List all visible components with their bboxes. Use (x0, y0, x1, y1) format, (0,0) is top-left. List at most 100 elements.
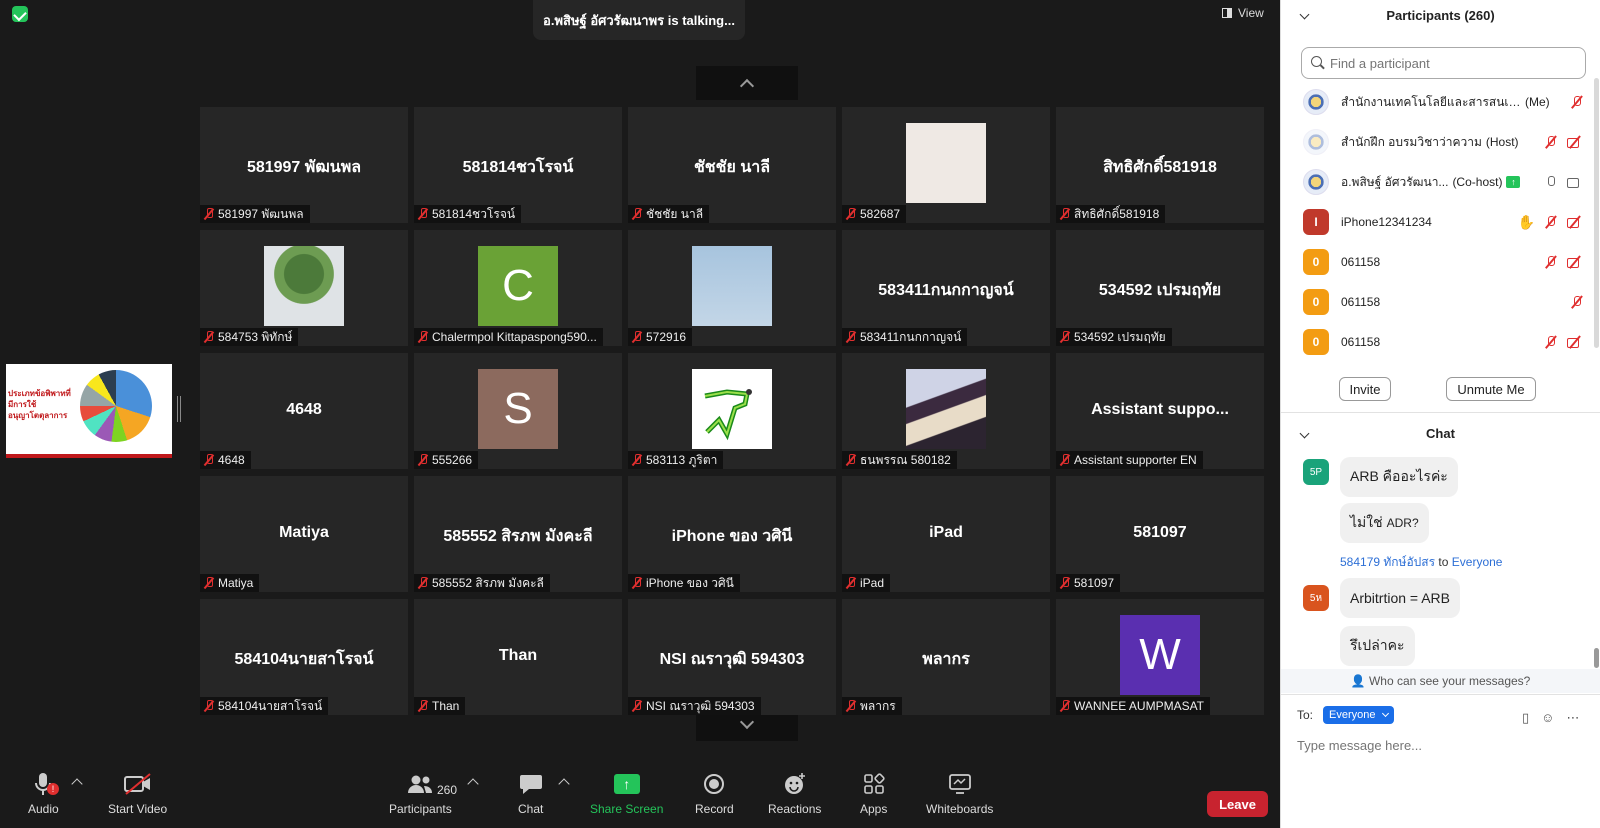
chat-sender-target[interactable]: Everyone (1452, 555, 1503, 569)
record-button[interactable]: Record (695, 770, 734, 816)
tile-label-text: NSI ณราวุฒิ 594303 (646, 699, 755, 713)
file-icon[interactable]: ▯ (1522, 710, 1529, 726)
video-tile[interactable]: 4648 4648 (200, 353, 408, 469)
emoji-icon[interactable]: ☺ (1541, 710, 1554, 726)
reactions-button[interactable]: Reactions (768, 770, 821, 816)
tile-name-label: iPhone ของ วศินี (628, 574, 740, 592)
chat-sender-to: to (1438, 555, 1449, 569)
video-tile[interactable]: Assistant suppo... Assistant supporter E… (1056, 353, 1264, 469)
record-label: Record (695, 802, 734, 816)
participant-row[interactable]: สำนักงานเทคโนโลยีและสารสนเทศ ส... (Me) (1303, 82, 1583, 122)
video-tile[interactable]: W WANNEE AUMPMASAT (1056, 599, 1264, 715)
video-off-icon[interactable] (1567, 136, 1583, 148)
encryption-shield-icon[interactable] (12, 6, 28, 22)
whiteboards-label: Whiteboards (926, 802, 994, 816)
chat-label: Chat (518, 802, 544, 816)
start-video-button[interactable]: Start Video (108, 770, 167, 816)
muted-mic-icon[interactable] (1545, 255, 1557, 269)
chat-options-caret[interactable] (558, 778, 570, 790)
video-tile[interactable]: ธนพรรณ 580182 (842, 353, 1050, 469)
tile-name-label: 582687 (842, 205, 907, 223)
muted-mic-icon[interactable] (1545, 335, 1557, 349)
video-tile[interactable]: 534592 เปรมฤทัย 534592 เปรมฤทัย (1056, 230, 1264, 346)
video-tile[interactable]: Than Than (414, 599, 622, 715)
participant-row[interactable]: สำนักฝึก อบรมวิชาว่าความ (Host) (1303, 122, 1583, 162)
participants-options-caret[interactable] (467, 778, 479, 790)
participant-row[interactable]: อ.พสิษฐ์ อัศวรัฒนา... (Co-host) ↑ (1303, 162, 1583, 202)
video-tile[interactable]: NSI ณราวุฒิ 594303 NSI ณราวุฒิ 594303 (628, 599, 836, 715)
participant-role-tag: (Me) (1525, 95, 1550, 109)
video-tile[interactable]: Matiya Matiya (200, 476, 408, 592)
leave-button[interactable]: Leave (1207, 791, 1268, 817)
tile-name-label: 555266 (414, 451, 479, 469)
chat-message-input[interactable] (1297, 734, 1587, 756)
video-tile[interactable]: 585552 สิรภพ มังคะลี 585552 สิรภพ มังคะล… (414, 476, 622, 592)
shared-slide-title: ประเภทข้อพิพาทที่มีการใช้อนุญาโตตุลาการ (8, 389, 71, 420)
video-tile[interactable]: พลากร พลากร (842, 599, 1050, 715)
chat-button[interactable]: Chat (518, 770, 543, 816)
muted-mic-icon[interactable] (1545, 135, 1557, 149)
whiteboards-button[interactable]: Whiteboards (926, 770, 993, 816)
chat-scrollbar[interactable] (1594, 648, 1599, 668)
video-tile[interactable]: 584104นายสาโรจน์ 584104นายสาโรจน์ (200, 599, 408, 715)
video-tile[interactable]: C Chalermpol Kittapaspong590... (414, 230, 622, 346)
participant-row[interactable]: 0 061158 (1303, 282, 1583, 322)
more-options-icon[interactable]: ⋯ (1566, 710, 1579, 726)
who-can-see-messages-link[interactable]: 👤 Who can see your messages? (1281, 669, 1600, 693)
person-lock-icon: 👤 (1350, 674, 1366, 688)
grid-view-icon (1222, 8, 1232, 18)
video-off-icon[interactable] (1567, 336, 1583, 348)
video-tile[interactable]: iPhone ของ วศินี iPhone ของ วศินี (628, 476, 836, 592)
video-tile[interactable]: 581997 พัฒนพล 581997 พัฒนพล (200, 107, 408, 223)
muted-mic-icon[interactable] (1571, 95, 1583, 109)
video-tile[interactable]: 583113 ภูริตา (628, 353, 836, 469)
video-tile[interactable]: iPad iPad (842, 476, 1050, 592)
video-on-icon[interactable] (1567, 176, 1583, 188)
apps-button[interactable]: Apps (860, 770, 887, 816)
muted-mic-icon (1060, 454, 1070, 466)
video-tile[interactable]: 583411กนกกาญจน์ 583411กนกกาญจน์ (842, 230, 1050, 346)
video-tile[interactable]: 581097 581097 (1056, 476, 1264, 592)
video-tile[interactable]: 582687 (842, 107, 1050, 223)
chat-panel-title: Chat (1426, 426, 1455, 441)
audio-options-caret[interactable] (71, 778, 83, 790)
video-tile[interactable]: 581814ชวโรจน์ 581814ชวโรจน์ (414, 107, 622, 223)
video-off-icon (123, 770, 152, 798)
tile-display-name: Than (498, 647, 538, 664)
muted-mic-icon (632, 454, 642, 466)
video-tile[interactable]: ชัชชัย นาลี ชัชชัย นาลี (628, 107, 836, 223)
view-button[interactable]: View (1222, 6, 1264, 20)
video-off-icon[interactable] (1567, 216, 1583, 228)
participant-list-scrollbar[interactable] (1594, 78, 1599, 348)
participant-avatar: 0 (1303, 249, 1329, 275)
video-tile[interactable]: 584753 พิทักษ์ (200, 230, 408, 346)
participant-search-input[interactable] (1301, 47, 1586, 79)
strip-resize-handle[interactable] (177, 396, 181, 422)
tile-label-text: 581814ชวโรจน์ (432, 207, 516, 221)
participant-row[interactable]: I iPhone12341234 ✋ (1303, 202, 1583, 242)
tile-label-text: 583113 ภูริตา (646, 453, 718, 467)
search-icon (1311, 56, 1322, 67)
invite-button[interactable]: Invite (1339, 377, 1391, 401)
tile-display-name: iPhone ของ วศินี (671, 528, 793, 545)
video-off-icon[interactable] (1567, 256, 1583, 268)
tile-name-label: 581997 พัฒนพล (200, 205, 310, 223)
video-tile[interactable]: สิทธิศักดิ์581918 สิทธิศักดิ์581918 (1056, 107, 1264, 223)
video-tile[interactable]: 572916 (628, 230, 836, 346)
muted-mic-icon[interactable] (1571, 295, 1583, 309)
unmute-me-button[interactable]: Unmute Me (1446, 377, 1536, 401)
video-tile[interactable]: S 555266 (414, 353, 622, 469)
tile-label-text: พลากร (860, 699, 896, 713)
chat-recipient-dropdown[interactable]: Everyone (1323, 706, 1394, 724)
unmuted-mic-icon[interactable] (1545, 175, 1557, 189)
share-screen-button[interactable]: ↑ Share Screen (590, 770, 663, 816)
chat-sender-name[interactable]: 584179 ทักษ์อัปสร (1340, 555, 1435, 569)
shared-screen-thumbnail[interactable]: ประเภทข้อพิพาทที่มีการใช้อนุญาโตตุลาการ (6, 364, 172, 458)
chat-message-text: ไม่ใช่ (1350, 514, 1383, 530)
muted-mic-icon (1060, 331, 1070, 343)
gallery-prev-page-button[interactable] (696, 66, 798, 100)
participant-row[interactable]: 0 061158 (1303, 242, 1583, 282)
participant-row[interactable]: 0 061158 (1303, 322, 1583, 356)
muted-mic-icon[interactable] (1545, 215, 1557, 229)
tile-display-name: 581814ชวโรจน์ (462, 159, 574, 176)
